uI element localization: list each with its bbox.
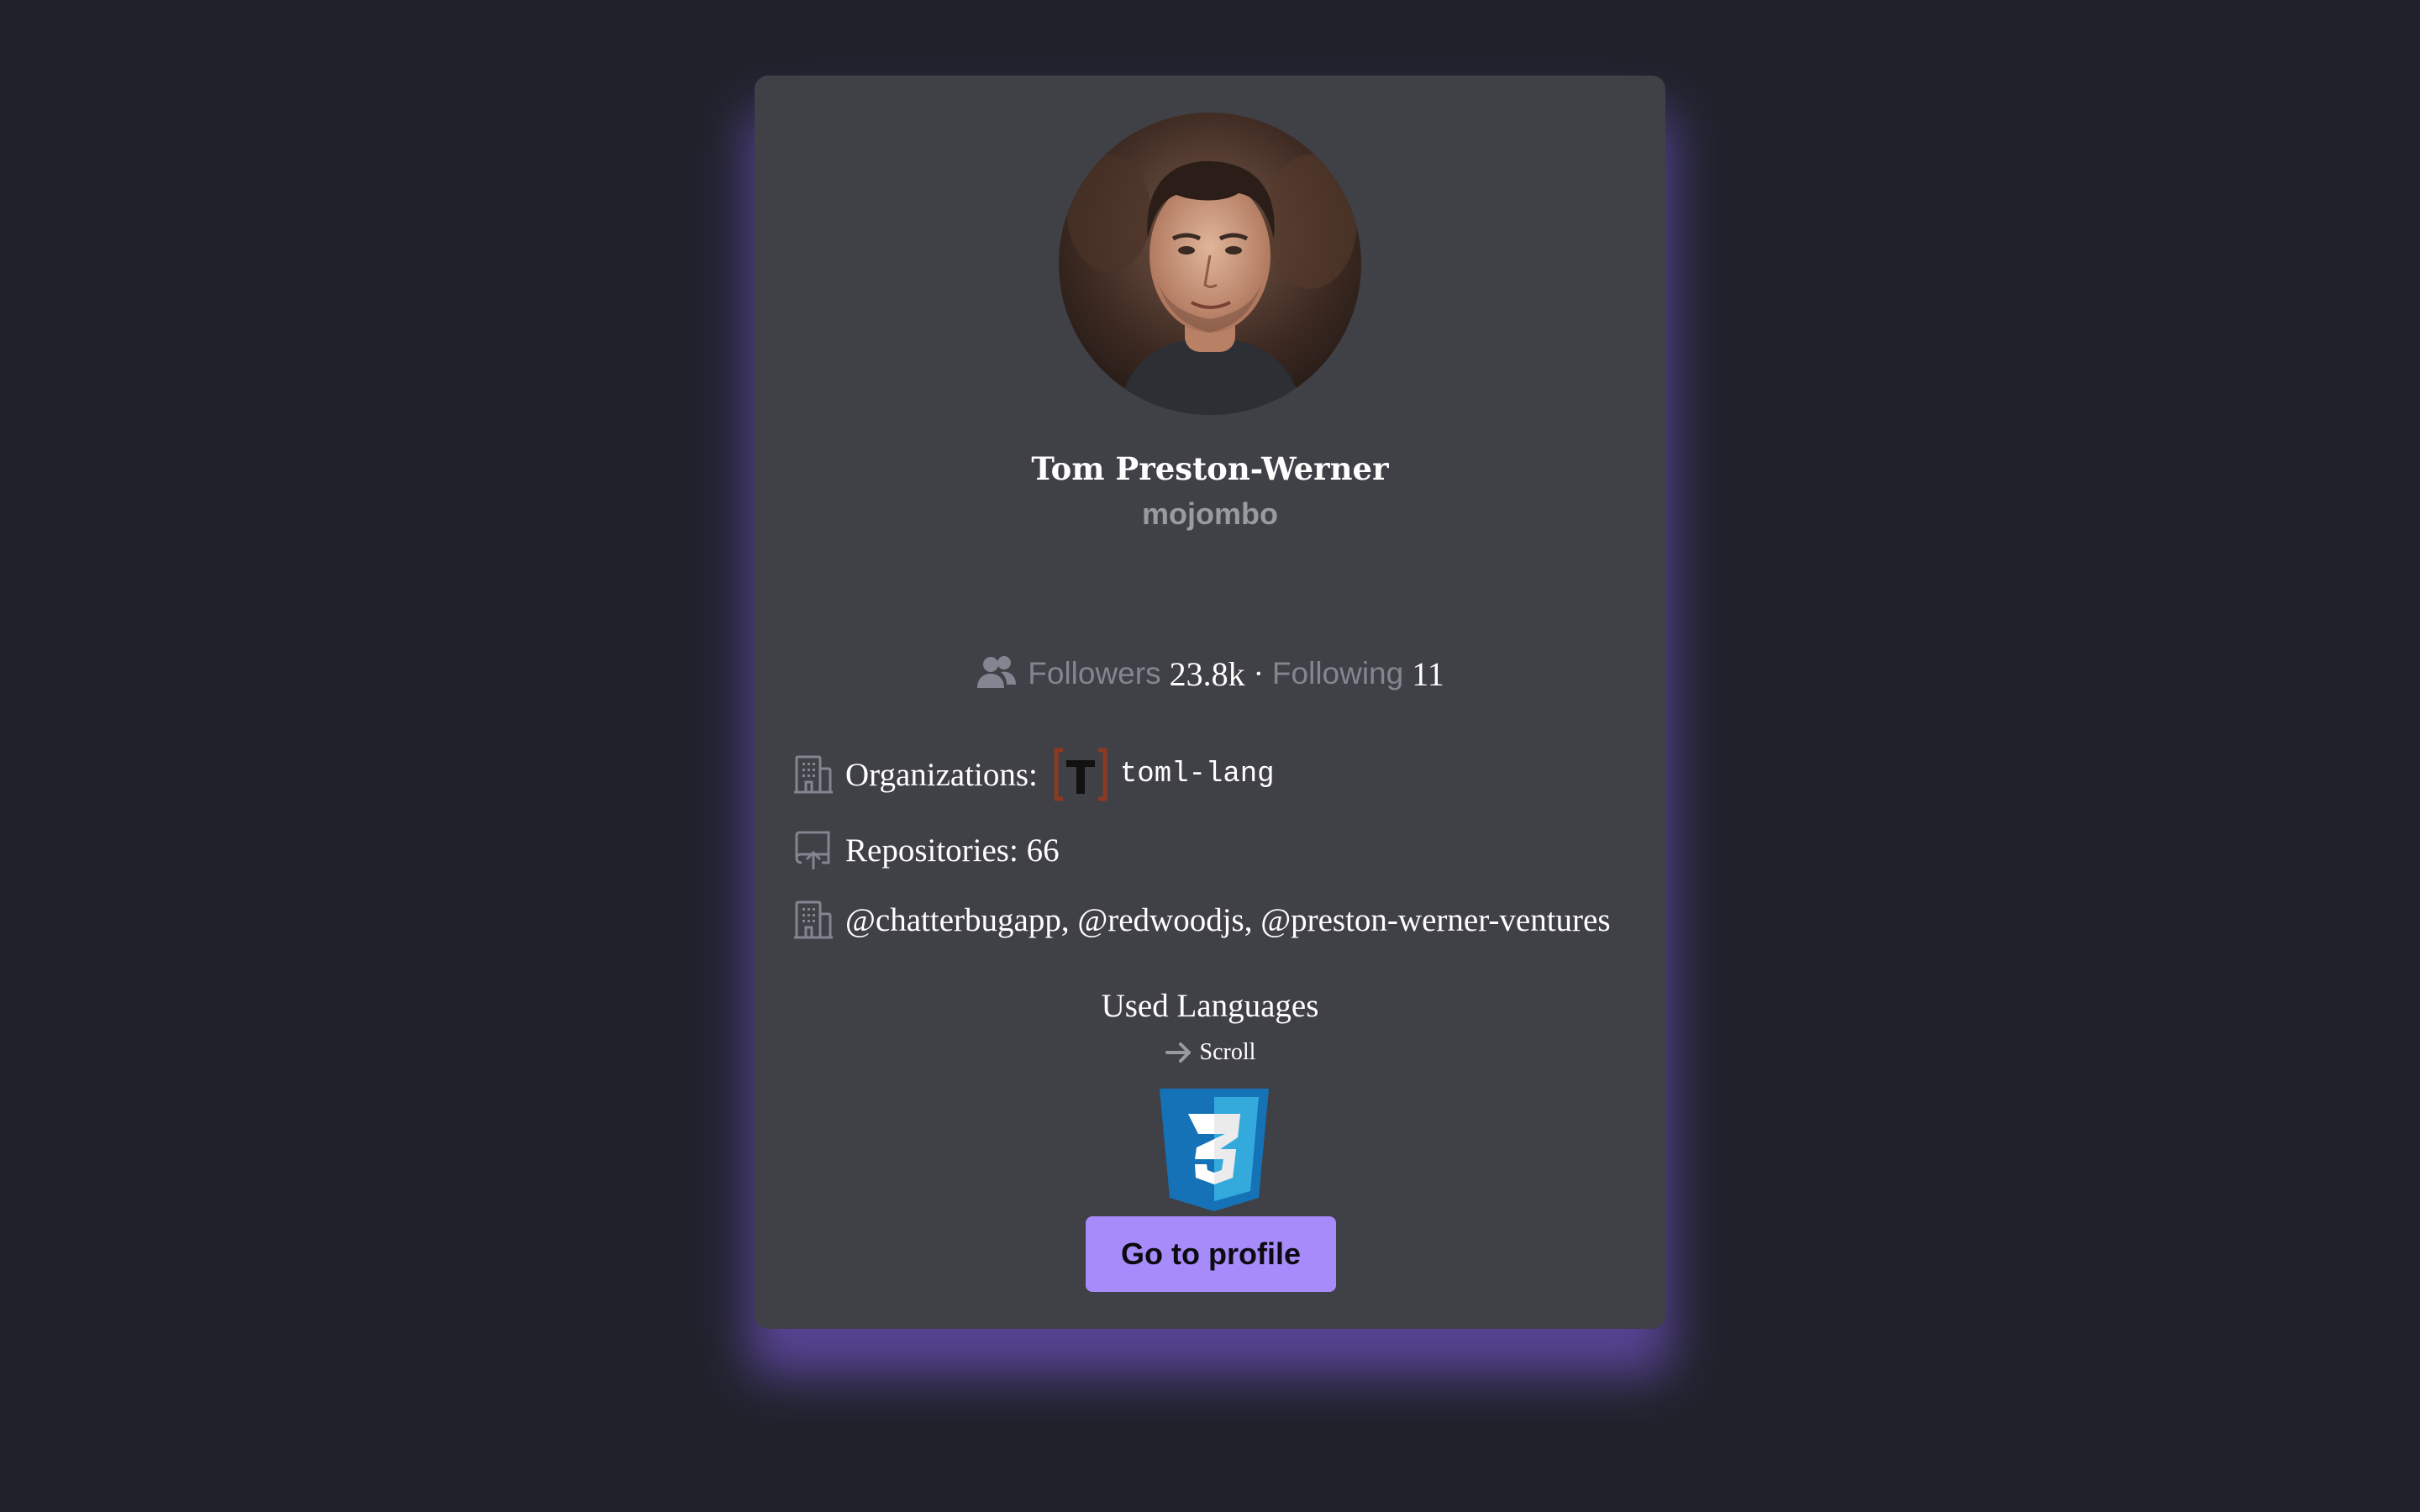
- following-count: 11: [1412, 654, 1444, 693]
- company-row: @chatterbugapp, @redwoodjs, @preston-wer…: [793, 895, 1611, 945]
- user-login: mojombo: [1142, 496, 1278, 531]
- repositories-row: Repositories: 66: [793, 825, 1060, 875]
- scroll-hint: Scroll: [755, 1035, 1665, 1070]
- profile-card: Tom Preston-Werner mojombo Followers 23.…: [755, 76, 1665, 1329]
- follow-stats: Followers 23.8k · Following 11: [755, 648, 1665, 699]
- repo-icon: [795, 831, 830, 869]
- users-icon: [977, 656, 1017, 688]
- used-languages-title: Used Languages: [1101, 988, 1319, 1024]
- css3-icon: [1160, 1089, 1269, 1211]
- building-icon: [794, 755, 833, 794]
- organization-link[interactable]: toml-lang: [1120, 759, 1275, 790]
- stats-separator: ·: [1253, 656, 1264, 691]
- avatar: [1059, 113, 1361, 415]
- repositories-label: Repositories: 66: [845, 832, 1060, 869]
- followers-count: 23.8k: [1169, 654, 1245, 693]
- user-avatar-photo: [1059, 113, 1361, 415]
- following-label: Following: [1271, 656, 1404, 690]
- go-to-profile-button[interactable]: Go to profile: [1086, 1216, 1336, 1292]
- followers-label: Followers: [1028, 656, 1161, 690]
- organizations-row: Organizations: toml-lang: [793, 747, 1275, 802]
- user-name: Tom Preston-Werner: [1031, 450, 1389, 487]
- building-icon: [794, 900, 833, 939]
- arrow-right-icon: [1165, 1042, 1191, 1063]
- organizations-label: Organizations:: [845, 756, 1038, 793]
- company-text: @chatterbugapp, @redwoodjs, @preston-wer…: [845, 901, 1611, 938]
- scroll-label: Scroll: [1199, 1039, 1256, 1065]
- toml-logo[interactable]: [1053, 747, 1108, 802]
